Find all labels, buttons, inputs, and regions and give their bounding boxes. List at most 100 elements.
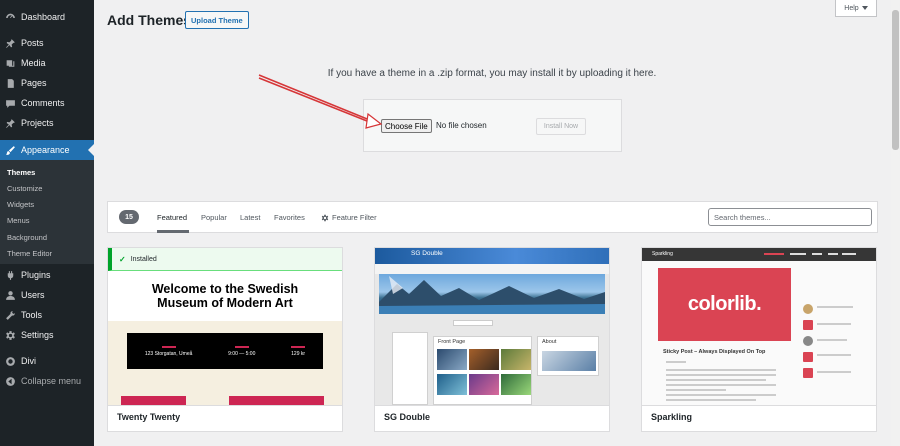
wrench-icon xyxy=(5,310,16,321)
menu-comments-label: Comments xyxy=(21,98,65,108)
collapse-menu-button[interactable]: Collapse menu xyxy=(0,371,94,391)
pin-icon xyxy=(5,38,16,49)
file-status: No file chosen xyxy=(436,121,487,130)
menu-posts-label: Posts xyxy=(21,38,44,48)
theme-filter-bar: 15 Featured Popular Latest Favorites Fea… xyxy=(107,201,878,233)
preview-hours: 9:00 — 5:00 xyxy=(228,350,256,357)
tab-popular[interactable]: Popular xyxy=(201,213,227,222)
tab-latest[interactable]: Latest xyxy=(240,213,260,222)
comment-icon xyxy=(5,98,16,109)
theme-name: Twenty Twenty xyxy=(117,412,181,422)
plugin-icon xyxy=(5,270,16,281)
preview-header xyxy=(642,248,876,261)
divi-icon xyxy=(5,356,16,367)
menu-tools[interactable]: Tools xyxy=(0,305,94,325)
preview-front-page: Front Page xyxy=(433,336,532,405)
preview-post-title: Sticky Post – Always Displayed On Top xyxy=(663,349,766,355)
preview-nav xyxy=(375,264,609,274)
page-title: Add Themes xyxy=(107,12,192,28)
page-scrollbar[interactable] xyxy=(891,0,900,446)
chevron-down-icon xyxy=(861,6,868,10)
active-tab-indicator xyxy=(157,230,189,233)
submenu-theme-editor[interactable]: Theme Editor xyxy=(7,249,52,258)
appearance-submenu: Themes Customize Widgets Menus Backgroun… xyxy=(0,160,94,264)
menu-dashboard-label: Dashboard xyxy=(21,12,66,22)
settings-icon xyxy=(5,330,16,341)
menu-users[interactable]: Users xyxy=(0,285,94,305)
menu-media[interactable]: Media xyxy=(0,53,94,73)
preview-hero-image xyxy=(379,274,605,314)
checkmark-icon: ✓ xyxy=(119,254,126,264)
theme-screenshot: ✓ Installed Welcome to the Swedish Museu… xyxy=(108,248,342,405)
theme-screenshot: SG Double Front Page About xyxy=(375,248,609,405)
scrollbar-thumb[interactable] xyxy=(892,10,899,150)
menu-appearance-label: Appearance xyxy=(21,145,70,155)
preview-address: 123 Storgatan, Umeå xyxy=(144,350,193,357)
submenu-widgets[interactable]: Widgets xyxy=(7,200,34,209)
theme-card-sparkling[interactable]: Sparkling colorlib. Sticky Post – Always… xyxy=(641,247,877,432)
menu-divi[interactable]: Divi xyxy=(0,351,94,371)
theme-card-twenty-twenty[interactable]: ✓ Installed Welcome to the Swedish Museu… xyxy=(107,247,343,432)
installed-label: Installed xyxy=(130,255,157,263)
menu-users-label: Users xyxy=(21,290,45,300)
menu-settings[interactable]: Settings xyxy=(0,325,94,345)
preview-block xyxy=(121,396,186,405)
menu-plugins-label: Plugins xyxy=(21,270,51,280)
installed-notice: ✓ Installed xyxy=(108,248,342,271)
admin-sidebar: Dashboard Posts Media Pages Comments Pro… xyxy=(0,0,94,446)
menu-divi-label: Divi xyxy=(21,356,36,366)
submenu-themes[interactable]: Themes xyxy=(7,168,35,177)
menu-posts[interactable]: Posts xyxy=(0,33,94,53)
preview-search xyxy=(453,320,493,326)
tab-favorites[interactable]: Favorites xyxy=(274,213,305,222)
users-icon xyxy=(5,290,16,301)
theme-name: SG Double xyxy=(384,412,431,422)
collapse-menu-label: Collapse menu xyxy=(21,376,82,386)
brush-icon xyxy=(5,145,16,156)
pages-icon xyxy=(5,78,16,89)
theme-count-badge: 15 xyxy=(119,210,139,224)
upload-theme-button[interactable]: Upload Theme xyxy=(185,11,249,29)
preview-front-page-label: Front Page xyxy=(438,339,466,345)
gear-icon xyxy=(321,214,329,221)
menu-projects[interactable]: Projects xyxy=(0,113,94,133)
choose-file-button[interactable]: Choose File xyxy=(381,119,432,133)
preview-about: About xyxy=(537,336,599,376)
help-label: Help xyxy=(844,4,859,12)
menu-dashboard[interactable]: Dashboard xyxy=(0,7,94,27)
media-icon xyxy=(5,58,16,69)
menu-appearance[interactable]: Appearance xyxy=(0,140,94,160)
theme-screenshot: Sparkling colorlib. Sticky Post – Always… xyxy=(642,248,876,405)
menu-settings-label: Settings xyxy=(21,330,54,340)
upload-instructions: If you have a theme in a .zip format, yo… xyxy=(327,68,657,79)
tab-featured[interactable]: Featured xyxy=(157,213,187,222)
preview-logo: Sparkling xyxy=(652,251,673,257)
dashboard-icon xyxy=(5,12,16,23)
preview-info-band: 123 Storgatan, Umeå 9:00 — 5:00 129 kr xyxy=(127,333,323,369)
preview-logo: SG Double xyxy=(411,250,443,257)
menu-tools-label: Tools xyxy=(21,310,43,320)
menu-pages-label: Pages xyxy=(21,78,47,88)
submenu-menus[interactable]: Menus xyxy=(7,216,30,225)
submenu-background[interactable]: Background xyxy=(7,233,47,242)
install-now-button[interactable]: Install Now xyxy=(536,118,586,135)
menu-projects-label: Projects xyxy=(21,118,54,128)
theme-card-sg-double[interactable]: SG Double Front Page About SG Double xyxy=(374,247,610,432)
pin-icon xyxy=(5,118,16,129)
menu-comments[interactable]: Comments xyxy=(0,93,94,113)
menu-plugins[interactable]: Plugins xyxy=(0,265,94,285)
preview-block xyxy=(229,396,324,405)
mountain-image xyxy=(379,276,605,314)
theme-name: Sparkling xyxy=(651,412,693,422)
feature-filter-button[interactable]: Feature Filter xyxy=(321,213,377,222)
upload-form: Choose File No file chosen Install Now xyxy=(363,99,622,152)
preview-brand-banner: colorlib. xyxy=(658,268,791,341)
menu-pages[interactable]: Pages xyxy=(0,73,94,93)
preview-about-label: About xyxy=(542,339,557,345)
preview-price: 129 kr xyxy=(291,350,306,357)
search-themes-input[interactable] xyxy=(708,208,872,226)
submenu-customize[interactable]: Customize xyxy=(7,184,42,193)
help-button[interactable]: Help xyxy=(835,0,877,17)
main-content: Add Themes Upload Theme Help If you have… xyxy=(94,0,900,446)
feature-filter-label: Feature Filter xyxy=(332,213,377,222)
